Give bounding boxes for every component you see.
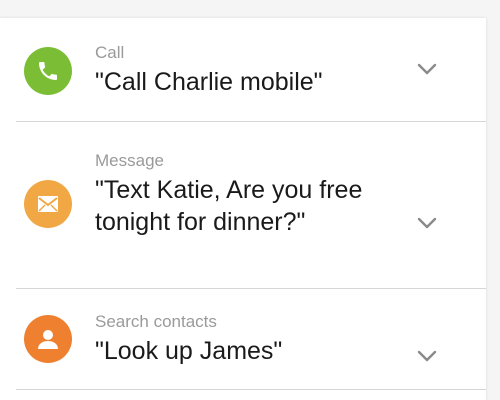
chevron-down-icon[interactable] (414, 210, 440, 236)
command-category-label: Search contacts (95, 312, 217, 331)
chevron-down-icon[interactable] (414, 343, 440, 369)
command-example-text: "Look up James" (95, 337, 283, 365)
chevron-down-icon[interactable] (414, 56, 440, 82)
command-category-label: Call (95, 43, 125, 62)
envelope-icon (38, 196, 58, 212)
command-item-call[interactable]: Call "Call Charlie mobile" (16, 18, 486, 122)
phone-icon (39, 62, 57, 80)
command-example-text: "Text Katie, Are you free tonight for di… (95, 176, 363, 236)
voice-command-examples-card: Call "Call Charlie mobile" Message "Text… (0, 18, 486, 400)
command-category-label: Message (95, 151, 164, 170)
command-item-message[interactable]: Message "Text Katie, Are you free tonigh… (16, 122, 486, 289)
person-icon (38, 330, 58, 349)
search-contacts-icon-circle (24, 315, 72, 363)
message-icon-circle (24, 180, 72, 228)
command-item-search-contacts[interactable]: Search contacts "Look up James" (16, 289, 486, 390)
command-example-text: "Call Charlie mobile" (95, 68, 323, 96)
call-icon-circle (24, 47, 72, 95)
